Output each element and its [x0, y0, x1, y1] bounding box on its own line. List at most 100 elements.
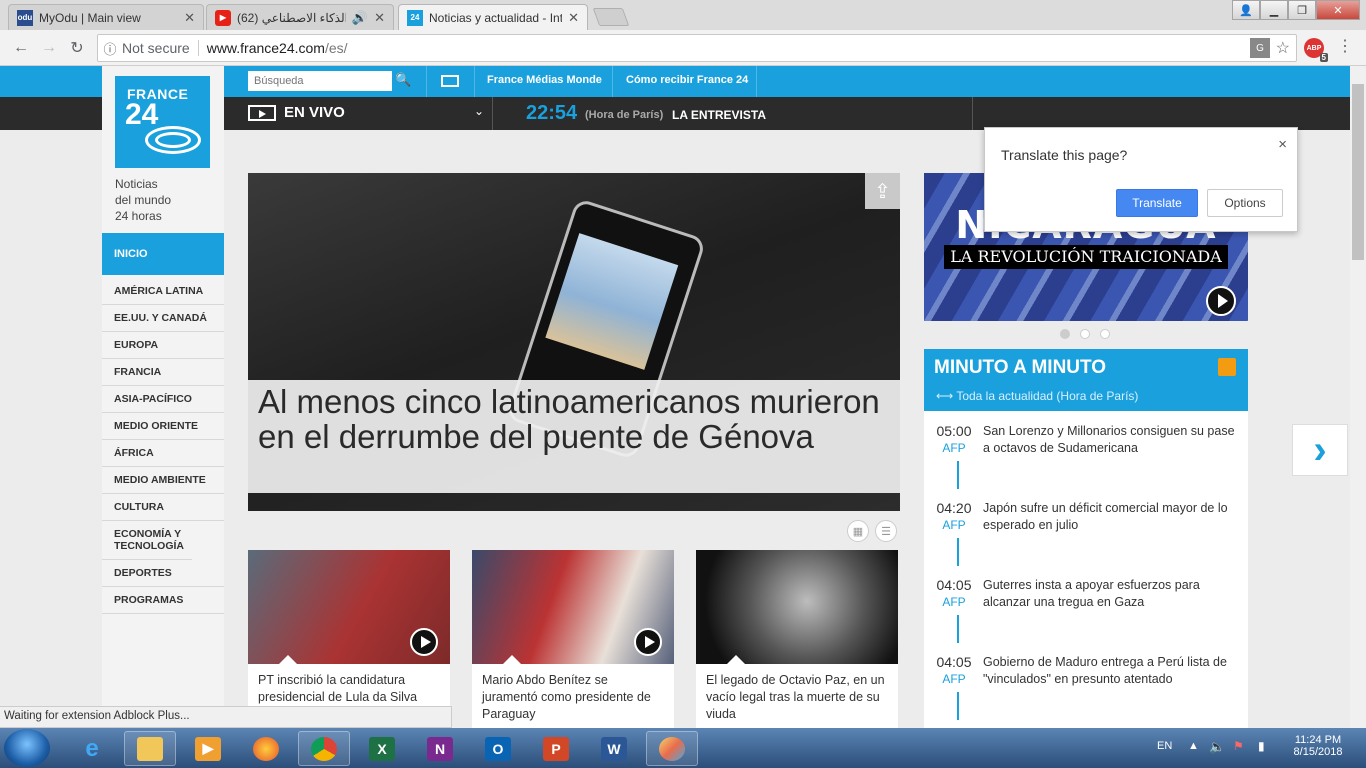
feed-text: San Lorenzo y Millonarios consiguen su p…: [983, 424, 1235, 455]
page-scrollbar[interactable]: [1350, 66, 1366, 728]
browser-toolbar: ← → ↻ ⓘ Not secure www.france24.com/es/ …: [0, 30, 1366, 66]
maximize-button[interactable]: ❐: [1288, 0, 1316, 20]
close-icon[interactable]: ×: [1278, 136, 1287, 153]
action-center-flag-icon[interactable]: ⚑: [1233, 739, 1244, 753]
card-caption: Mario Abdo Benítez se juramentó como pre…: [482, 673, 651, 721]
minimize-button[interactable]: ▁: [1260, 0, 1288, 20]
tab-title: (62) الحصاد-الذكاء الاصطناعي: [237, 10, 346, 25]
close-window-button[interactable]: ✕: [1316, 0, 1360, 20]
nav-item[interactable]: ECONOMÍA Y TECNOLOGÍA: [102, 521, 192, 560]
tagline-line: Noticias: [115, 177, 158, 191]
play-icon[interactable]: [634, 628, 662, 656]
france24-logo[interactable]: FRANCE 24: [115, 76, 210, 168]
network-icon[interactable]: ▮: [1258, 739, 1265, 753]
hero-headline[interactable]: Al menos cinco latinoamericanos murieron…: [248, 380, 900, 493]
paint-icon[interactable]: [646, 731, 698, 766]
status-bar: Waiting for extension Adblock Plus...: [0, 706, 452, 728]
powerpoint-icon[interactable]: P: [530, 731, 582, 766]
show-hidden-icons[interactable]: ▲: [1188, 740, 1199, 752]
nav-item[interactable]: EE.UU. Y CANADÁ: [102, 305, 224, 332]
file-explorer-icon[interactable]: [124, 731, 176, 766]
chevron-down-icon[interactable]: ⌄: [474, 104, 484, 118]
adblock-extension-icon[interactable]: ABP 5: [1304, 38, 1328, 62]
options-button[interactable]: Options: [1207, 189, 1283, 217]
grid-view-icon[interactable]: ▦: [847, 520, 869, 542]
feed-time: 05:00: [936, 423, 972, 439]
newsletter-mail-icon[interactable]: [441, 75, 459, 87]
play-icon[interactable]: [1206, 286, 1236, 316]
nav-item[interactable]: EUROPA: [102, 332, 224, 359]
divider: [474, 66, 475, 97]
address-bar[interactable]: ⓘ Not secure www.france24.com/es/ G ☆: [97, 34, 1297, 62]
translate-button[interactable]: Translate: [1116, 189, 1198, 217]
nav-item[interactable]: ASIA-PACÍFICO: [102, 386, 224, 413]
media-player-icon[interactable]: ▶: [182, 731, 234, 766]
start-button[interactable]: [4, 729, 50, 767]
nav-item[interactable]: MEDIO ORIENTE: [102, 413, 224, 440]
feed-time: 04:05: [936, 654, 972, 670]
next-arrow-button[interactable]: ›: [1292, 424, 1348, 476]
word-icon[interactable]: W: [588, 731, 640, 766]
nav-item[interactable]: AMÉRICA LATINA: [102, 278, 224, 305]
minuto-subtitle[interactable]: ⟷ Toda la actualidad (Hora de París): [936, 389, 1138, 403]
close-tab-icon[interactable]: ✕: [568, 10, 579, 26]
bookmark-star-icon[interactable]: ☆: [1276, 38, 1290, 58]
internet-explorer-icon[interactable]: e: [66, 731, 118, 766]
new-tab-button[interactable]: [592, 8, 630, 26]
live-button[interactable]: EN VIVO: [248, 104, 345, 121]
search-icon[interactable]: 🔍: [395, 72, 411, 88]
live-show-title[interactable]: LA ENTREVISTA: [672, 108, 766, 122]
address-separator: [197, 40, 199, 56]
nav-item[interactable]: DEPORTES: [102, 560, 224, 587]
scrollbar-thumb[interactable]: [1352, 84, 1364, 260]
volume-icon[interactable]: 🔈: [1209, 739, 1225, 755]
browser-menu-icon[interactable]: ⋮: [1337, 36, 1353, 56]
nav-item[interactable]: PROGRAMAS: [102, 587, 224, 614]
link-france-medias-monde[interactable]: France Médias Monde: [487, 74, 602, 86]
close-tab-icon[interactable]: ✕: [184, 10, 195, 26]
news-card[interactable]: El legado de Octavio Paz, en un vacío le…: [696, 550, 898, 728]
user-profile-icon[interactable]: 👤: [1232, 0, 1260, 20]
info-icon[interactable]: ⓘ: [98, 39, 122, 58]
forward-button[interactable]: →: [38, 37, 60, 59]
divider: [972, 97, 973, 130]
reload-button[interactable]: ↻: [66, 37, 88, 59]
carousel-dot[interactable]: [1080, 329, 1090, 339]
nav-item[interactable]: MEDIO AMBIENTE: [102, 467, 224, 494]
news-card[interactable]: Mario Abdo Benítez se juramentó como pre…: [472, 550, 674, 728]
tab-youtube[interactable]: ▶ (62) الحصاد-الذكاء الاصطناعي 🔊 ✕: [206, 4, 394, 30]
carousel-dot[interactable]: [1060, 329, 1070, 339]
clock[interactable]: 11:24 PM 8/15/2018: [1290, 734, 1346, 758]
tab-france24[interactable]: 24 Noticias y actualidad - Int ✕: [398, 4, 588, 30]
language-indicator[interactable]: EN: [1157, 740, 1172, 752]
chrome-icon[interactable]: [298, 731, 350, 766]
share-icon[interactable]: ⇪: [865, 173, 900, 209]
close-tab-icon[interactable]: ✕: [374, 10, 385, 26]
nav-item-inicio[interactable]: INICIO: [102, 233, 224, 275]
back-button[interactable]: ←: [10, 37, 32, 59]
feed-time: 04:20: [936, 500, 972, 516]
france24-icon: 24: [407, 9, 423, 26]
url-text[interactable]: www.france24.com/es/: [207, 40, 348, 56]
divider: [426, 66, 427, 97]
firefox-icon[interactable]: [240, 731, 292, 766]
nav-item[interactable]: ÁFRICA: [102, 440, 224, 467]
search-input[interactable]: [248, 71, 392, 91]
tab-title: Noticias y actualidad - Int: [429, 10, 563, 25]
list-view-icon[interactable]: ☰: [875, 520, 897, 542]
excel-icon[interactable]: X: [356, 731, 408, 766]
carousel-dot[interactable]: [1100, 329, 1110, 339]
onenote-icon[interactable]: N: [414, 731, 466, 766]
page-content: FRANCE 24 Noticias del mundo 24 horas IN…: [0, 66, 1366, 728]
link-como-recibir[interactable]: Cómo recibir France 24: [626, 74, 748, 86]
tab-myodu[interactable]: odu MyOdu | Main view ✕: [8, 4, 204, 30]
outlook-icon[interactable]: O: [472, 731, 524, 766]
translate-icon[interactable]: G: [1250, 38, 1270, 58]
nav-item[interactable]: CULTURA: [102, 494, 224, 521]
minuto-title[interactable]: MINUTO A MINUTO: [934, 357, 1106, 379]
nav-item[interactable]: FRANCIA: [102, 359, 224, 386]
url-path: /es/: [324, 40, 348, 56]
news-card[interactable]: PT inscribió la candidatura presidencial…: [248, 550, 450, 728]
rss-icon[interactable]: [1218, 358, 1236, 376]
play-icon[interactable]: [410, 628, 438, 656]
